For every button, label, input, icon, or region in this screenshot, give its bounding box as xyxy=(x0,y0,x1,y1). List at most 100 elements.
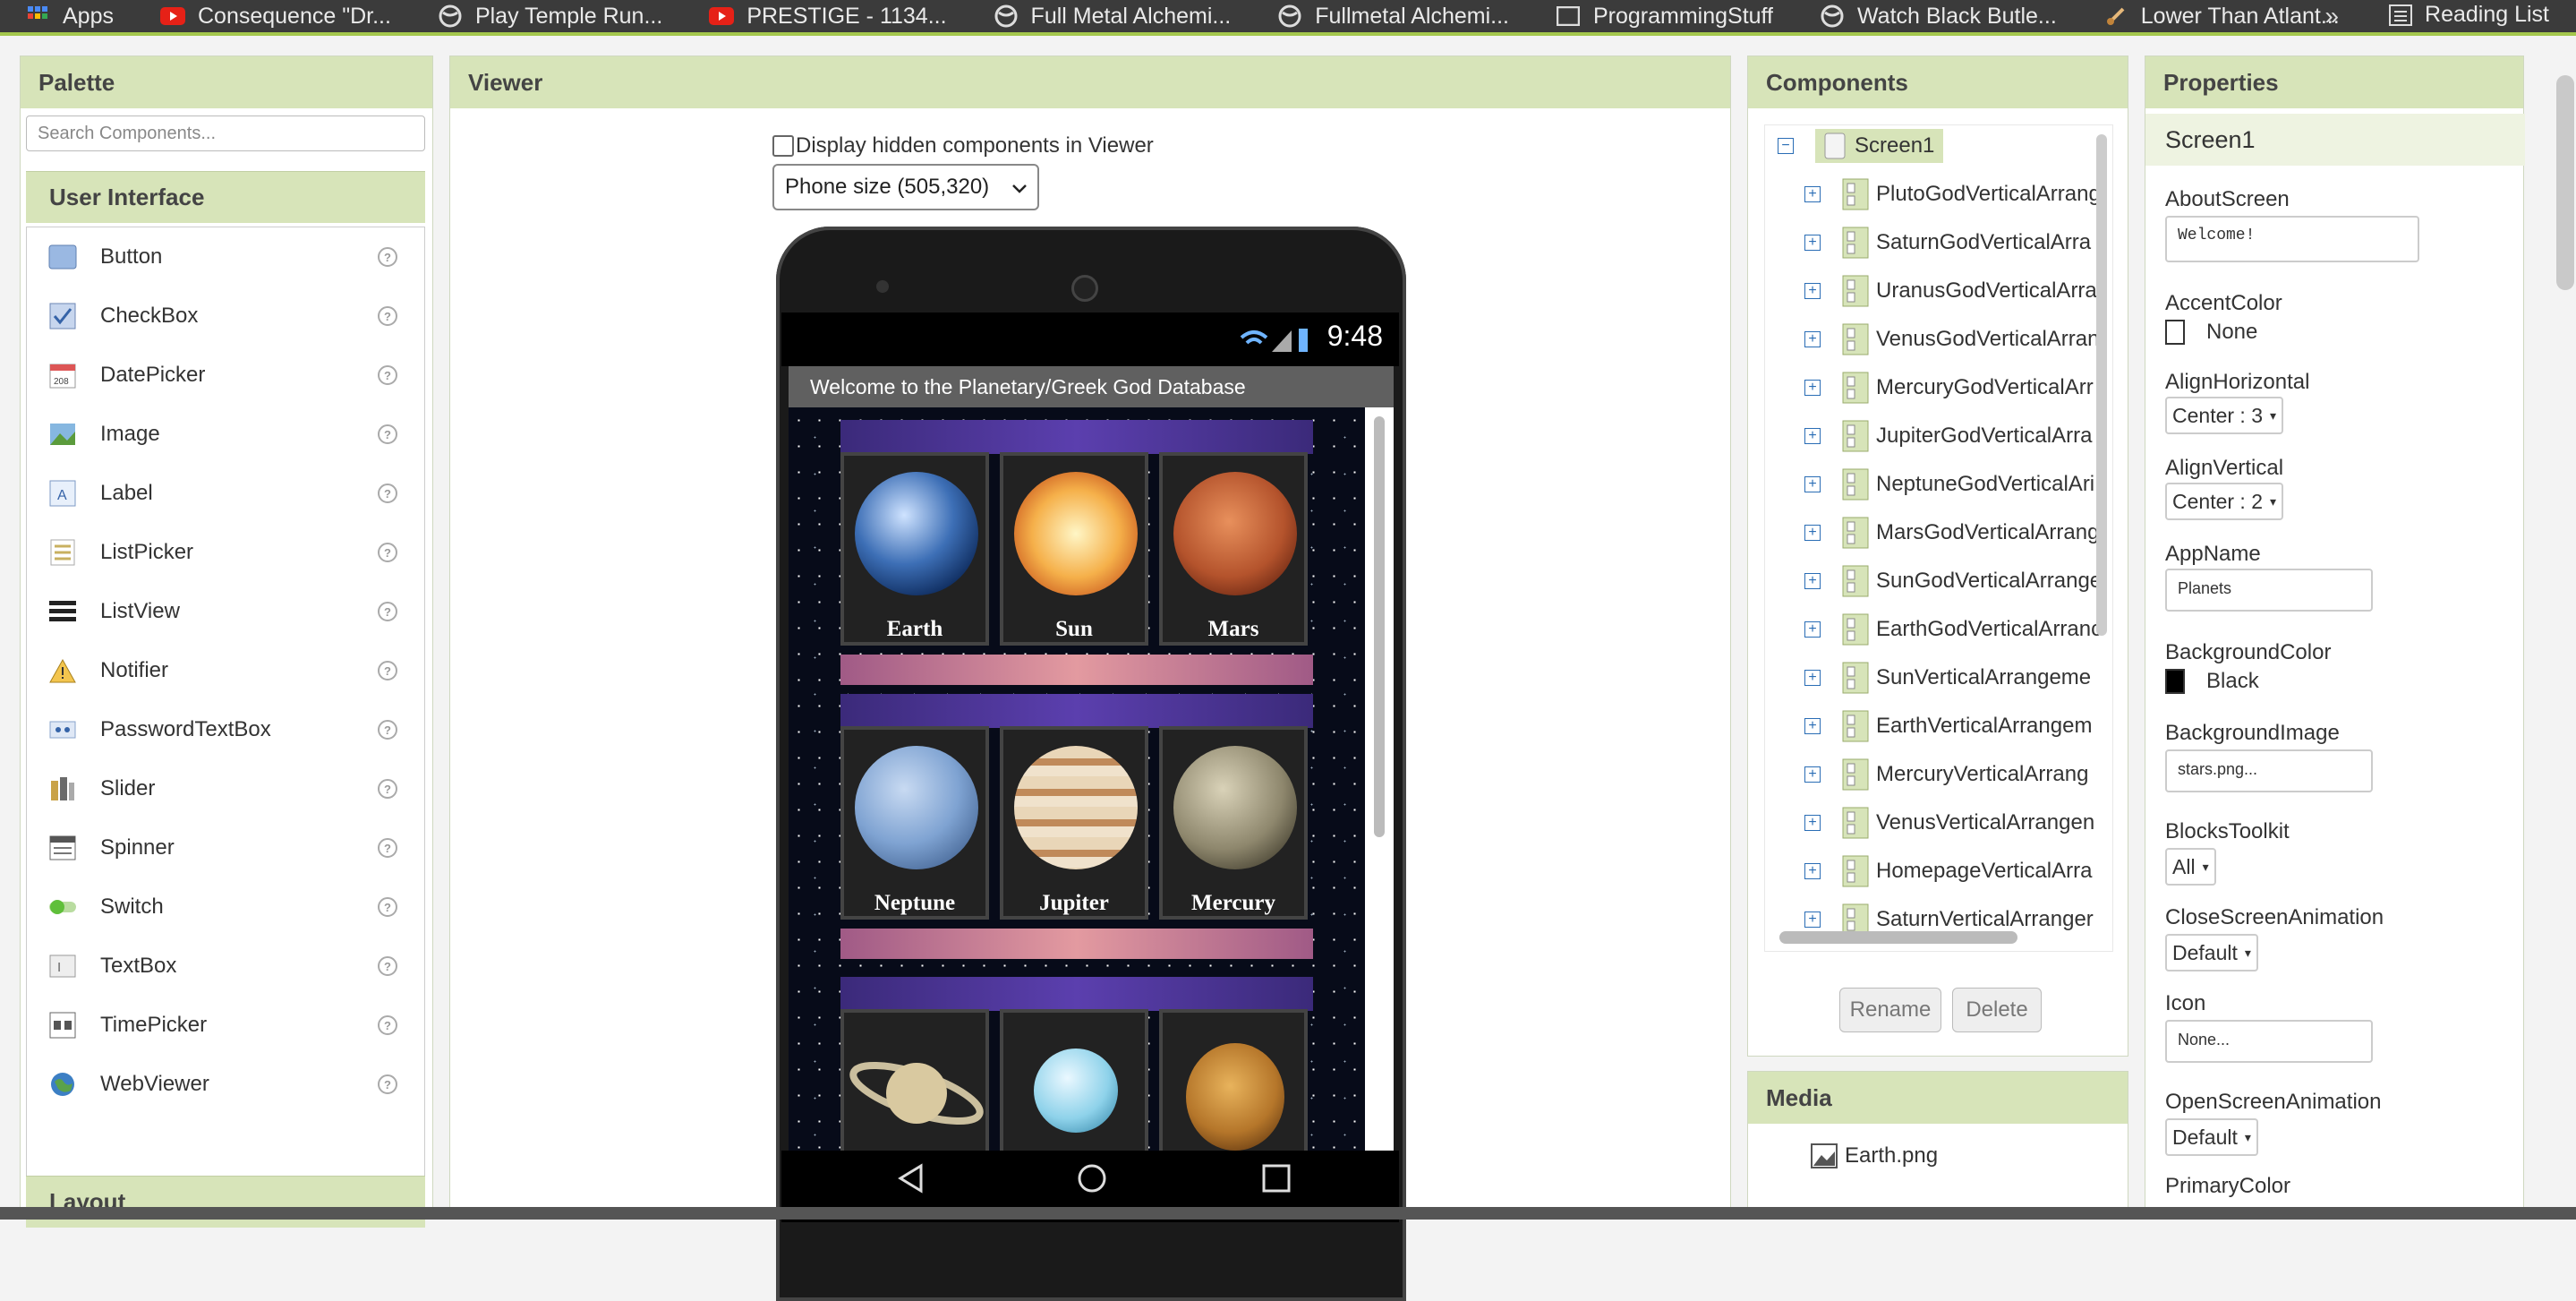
bookmark-temple-run[interactable]: Play Temple Run... xyxy=(438,4,662,30)
help-icon[interactable]: ? xyxy=(378,543,397,562)
palette-item-checkbox[interactable]: CheckBox? xyxy=(27,287,424,346)
align-horizontal-dropdown[interactable]: Center : 3 ▾ xyxy=(2165,397,2284,434)
expand-icon[interactable]: + xyxy=(1804,863,1821,879)
bookmark-consequence[interactable]: Consequence "Dr... xyxy=(159,4,391,30)
help-icon[interactable]: ? xyxy=(378,1074,397,1094)
palette-item-webviewer[interactable]: WebViewer? xyxy=(27,1055,424,1114)
palette-item-listview[interactable]: ListView? xyxy=(27,582,424,641)
planet-tile-jupiter[interactable]: Jupiter xyxy=(1000,726,1148,920)
tree-node-screen1[interactable]: − Screen1 xyxy=(1778,125,1944,167)
help-icon[interactable]: ? xyxy=(378,1015,397,1035)
planet-tile-saturn[interactable] xyxy=(840,1009,989,1151)
open-screen-animation-dropdown[interactable]: Default ▾ xyxy=(2165,1118,2258,1156)
palette-item-notifier[interactable]: Notifier? xyxy=(27,641,424,700)
tree-node-component[interactable]: + JupiterGodVerticalArra xyxy=(1804,415,2092,457)
tree-node-component[interactable]: + NeptuneGodVerticalAri xyxy=(1804,464,2094,505)
tree-scrollbar-horizontal[interactable] xyxy=(1779,931,2017,944)
help-icon[interactable]: ? xyxy=(378,484,397,503)
media-item[interactable]: Earth.png xyxy=(1811,1143,1938,1168)
planet-tile-earth[interactable]: Earth xyxy=(840,452,989,646)
search-components-input[interactable]: Search Components... xyxy=(26,116,425,151)
home-icon[interactable] xyxy=(1077,1163,1107,1194)
tree-node-component[interactable]: + SaturnGodVerticalArra xyxy=(1804,222,2091,263)
palette-item-spinner[interactable]: Spinner? xyxy=(27,818,424,877)
expand-icon[interactable]: + xyxy=(1804,186,1821,202)
phone-size-select[interactable]: Phone size (505,320) xyxy=(772,164,1039,210)
bookmark-black-butler[interactable]: Watch Black Butle... xyxy=(1820,4,2057,30)
tree-node-component[interactable]: + VenusVerticalArrangen xyxy=(1804,802,2094,843)
tree-node-component[interactable]: + SunVerticalArrangeme xyxy=(1804,657,2091,698)
planet-tile-neptune[interactable]: Neptune xyxy=(840,726,989,920)
collapse-icon[interactable]: − xyxy=(1778,138,1794,154)
help-icon[interactable]: ? xyxy=(378,306,397,326)
palette-item-button[interactable]: Button? xyxy=(27,227,424,287)
palette-item-datepicker[interactable]: 208 DatePicker? xyxy=(27,346,424,405)
reading-list-button[interactable]: Reading List xyxy=(2389,2,2549,28)
tree-node-component[interactable]: + PlutoGodVerticalArrang xyxy=(1804,174,2101,215)
help-icon[interactable]: ? xyxy=(378,602,397,621)
palette-item-timepicker[interactable]: TimePicker? xyxy=(27,996,424,1055)
palette-item-label[interactable]: A Label? xyxy=(27,464,424,523)
planet-tile-uranus[interactable] xyxy=(1000,1009,1148,1151)
accent-color-picker[interactable]: None xyxy=(2165,320,2257,345)
checkbox-box[interactable] xyxy=(772,135,794,157)
background-image-picker[interactable]: stars.png... xyxy=(2165,749,2373,792)
expand-icon[interactable]: + xyxy=(1804,283,1821,299)
tree-node-component[interactable]: + VenusGodVerticalArran xyxy=(1804,319,2099,360)
expand-icon[interactable]: + xyxy=(1804,235,1821,251)
palette-item-textbox[interactable]: I TextBox? xyxy=(27,937,424,996)
help-icon[interactable]: ? xyxy=(378,779,397,799)
bookmark-programmingstuff[interactable]: ProgrammingStuff xyxy=(1556,4,1773,30)
category-user-interface[interactable]: User Interface xyxy=(26,171,425,223)
tree-node-component[interactable]: + MarsGodVerticalArrang xyxy=(1804,512,2099,553)
bookmark-apps[interactable]: Apps xyxy=(25,4,114,30)
expand-icon[interactable]: + xyxy=(1804,525,1821,541)
tree-node-component[interactable]: + EarthVerticalArrangem xyxy=(1804,706,2092,747)
expand-icon[interactable]: + xyxy=(1804,718,1821,734)
bookmark-fma-1[interactable]: Full Metal Alchemi... xyxy=(994,4,1231,30)
help-icon[interactable]: ? xyxy=(378,424,397,444)
category-layout[interactable]: Layout xyxy=(26,1176,425,1228)
expand-icon[interactable]: + xyxy=(1804,428,1821,444)
tree-node-component[interactable]: + MercuryGodVerticalArr xyxy=(1804,367,2094,408)
planet-tile-mars[interactable]: Mars xyxy=(1159,452,1308,646)
bookmark-fma-2[interactable]: Fullmetal Alchemi... xyxy=(1277,4,1509,30)
recents-icon[interactable] xyxy=(1261,1163,1292,1194)
expand-icon[interactable]: + xyxy=(1804,573,1821,589)
help-icon[interactable]: ? xyxy=(378,838,397,858)
help-icon[interactable]: ? xyxy=(378,365,397,385)
rename-button[interactable]: Rename xyxy=(1839,988,1941,1032)
tree-scrollbar-vertical[interactable] xyxy=(2096,134,2107,636)
palette-item-slider[interactable]: Slider? xyxy=(27,759,424,818)
tree-node-component[interactable]: + HomepageVerticalArra xyxy=(1804,851,2092,892)
about-screen-textarea[interactable]: Welcome! xyxy=(2165,216,2419,262)
help-icon[interactable]: ? xyxy=(378,956,397,976)
tree-node-component[interactable]: + UranusGodVerticalArra xyxy=(1804,270,2097,312)
palette-item-switch[interactable]: Switch? xyxy=(27,877,424,937)
phone-scrollbar[interactable] xyxy=(1365,407,1394,1151)
page-scrollbar[interactable] xyxy=(2556,75,2574,290)
close-screen-animation-dropdown[interactable]: Default ▾ xyxy=(2165,934,2258,971)
display-hidden-checkbox[interactable]: Display hidden components in Viewer xyxy=(772,133,1154,158)
help-icon[interactable]: ? xyxy=(378,661,397,680)
palette-item-listpicker[interactable]: ListPicker? xyxy=(27,523,424,582)
expand-icon[interactable]: + xyxy=(1804,621,1821,638)
expand-icon[interactable]: + xyxy=(1804,331,1821,347)
planet-tile-venus[interactable] xyxy=(1159,1009,1308,1151)
expand-icon[interactable]: + xyxy=(1804,476,1821,492)
align-vertical-dropdown[interactable]: Center : 2 ▾ xyxy=(2165,483,2284,520)
expand-icon[interactable]: + xyxy=(1804,815,1821,831)
planet-tile-mercury[interactable]: Mercury xyxy=(1159,726,1308,920)
expand-icon[interactable]: + xyxy=(1804,670,1821,686)
bookmark-prestige[interactable]: PRESTIGE - 1134... xyxy=(709,4,947,30)
expand-icon[interactable]: + xyxy=(1804,912,1821,928)
palette-item-passwordtextbox[interactable]: PasswordTextBox? xyxy=(27,700,424,759)
blocks-toolkit-dropdown[interactable]: All ▾ xyxy=(2165,848,2216,886)
tree-node-component[interactable]: + SunGodVerticalArrange xyxy=(1804,561,2102,602)
icon-picker[interactable]: None... xyxy=(2165,1020,2373,1063)
bookmarks-overflow-button[interactable]: » xyxy=(2324,2,2339,30)
tree-node-component[interactable]: + EarthGodVerticalArranc xyxy=(1804,609,2102,650)
delete-button[interactable]: Delete xyxy=(1952,988,2042,1032)
help-icon[interactable]: ? xyxy=(378,897,397,917)
planet-tile-sun[interactable]: Sun xyxy=(1000,452,1148,646)
